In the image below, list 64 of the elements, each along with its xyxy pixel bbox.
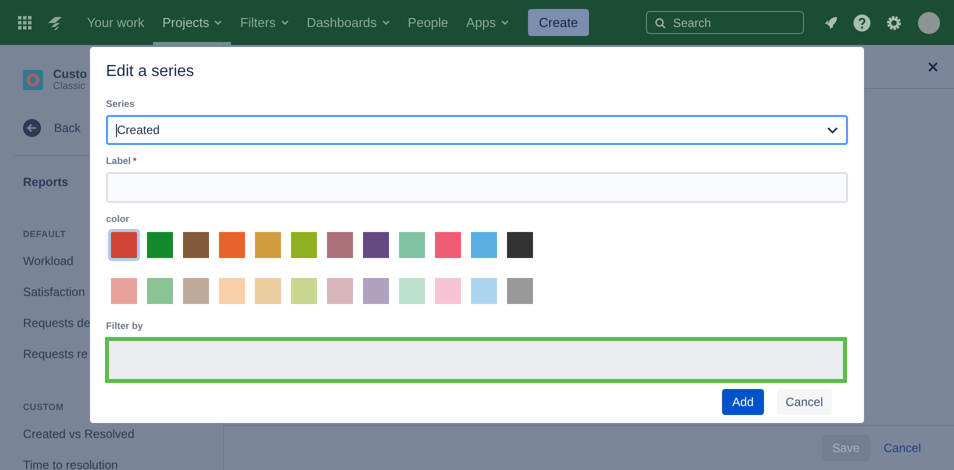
- label-input-field[interactable]: [106, 172, 848, 203]
- help-icon[interactable]: [853, 14, 871, 32]
- project-name: Custo: [53, 67, 87, 81]
- color-swatch[interactable]: [147, 232, 173, 258]
- chevron-down-icon: [500, 20, 509, 25]
- nav-item[interactable]: Your work: [78, 0, 154, 45]
- cancel-button[interactable]: Cancel: [876, 435, 929, 461]
- color-swatch[interactable]: [399, 232, 425, 258]
- cancel-button[interactable]: Cancel: [776, 389, 832, 415]
- rocket-icon[interactable]: [823, 14, 839, 30]
- section-heading: CUSTOM: [23, 402, 65, 412]
- dialog-title: Edit a series: [106, 63, 196, 81]
- app-grid-icon[interactable]: [18, 16, 32, 30]
- nav-item[interactable]: Apps: [457, 0, 518, 45]
- chevron-down-icon: [214, 20, 222, 25]
- nav-item[interactable]: People: [398, 0, 458, 45]
- add-button[interactable]: Add: [722, 389, 764, 415]
- color-swatch[interactable]: [111, 278, 137, 304]
- field-label: Series: [106, 99, 136, 110]
- color-swatch[interactable]: [147, 278, 173, 304]
- color-swatch[interactable]: [219, 232, 245, 258]
- color-swatch[interactable]: [183, 232, 209, 258]
- section-heading: DEFAULT: [23, 229, 67, 239]
- close-icon[interactable]: [928, 62, 938, 72]
- color-swatch[interactable]: [471, 278, 497, 304]
- field-label: Filter by: [106, 321, 144, 332]
- color-swatch[interactable]: [219, 278, 245, 304]
- color-swatch[interactable]: [435, 278, 461, 304]
- color-swatch[interactable]: [471, 232, 497, 258]
- create-button[interactable]: Create: [528, 9, 589, 36]
- reports-heading: Reports: [23, 175, 70, 189]
- color-swatch[interactable]: [507, 278, 533, 304]
- field-label: color: [106, 214, 130, 225]
- logo-icon[interactable]: [46, 14, 64, 30]
- color-swatch[interactable]: [327, 232, 353, 258]
- avatar[interactable]: [918, 12, 940, 34]
- search-icon: [655, 18, 666, 29]
- color-swatch[interactable]: [111, 232, 137, 258]
- series-select[interactable]: Created: [106, 115, 848, 145]
- color-swatch[interactable]: [363, 278, 389, 304]
- color-swatch[interactable]: [327, 278, 353, 304]
- chevron-down-icon: [382, 20, 390, 25]
- color-swatch[interactable]: [399, 278, 425, 304]
- back-link[interactable]: Back: [54, 121, 81, 135]
- nav-item[interactable]: Filters: [231, 0, 298, 45]
- project-logo-icon: [23, 70, 43, 90]
- chevron-down-icon: [827, 126, 838, 134]
- color-swatch[interactable]: [363, 232, 389, 258]
- field-label: Label *: [106, 156, 138, 167]
- search-field[interactable]: Search: [646, 11, 804, 34]
- color-swatch[interactable]: [183, 278, 209, 304]
- project-type: Classic: [53, 81, 86, 92]
- filter-input-field[interactable]: [105, 337, 847, 383]
- chevron-down-icon: [280, 20, 289, 25]
- color-swatch[interactable]: [507, 232, 533, 258]
- color-swatch[interactable]: [435, 232, 461, 258]
- color-swatch[interactable]: [291, 278, 317, 304]
- color-swatch[interactable]: [291, 232, 317, 258]
- settings-icon[interactable]: [885, 14, 903, 32]
- color-swatch[interactable]: [255, 278, 281, 304]
- sidebar-item[interactable]: Time to resolution: [23, 458, 223, 470]
- sidebar-item[interactable]: Created vs Resolved: [23, 427, 223, 441]
- nav-item[interactable]: Dashboards: [298, 0, 399, 45]
- color-swatch[interactable]: [255, 232, 281, 258]
